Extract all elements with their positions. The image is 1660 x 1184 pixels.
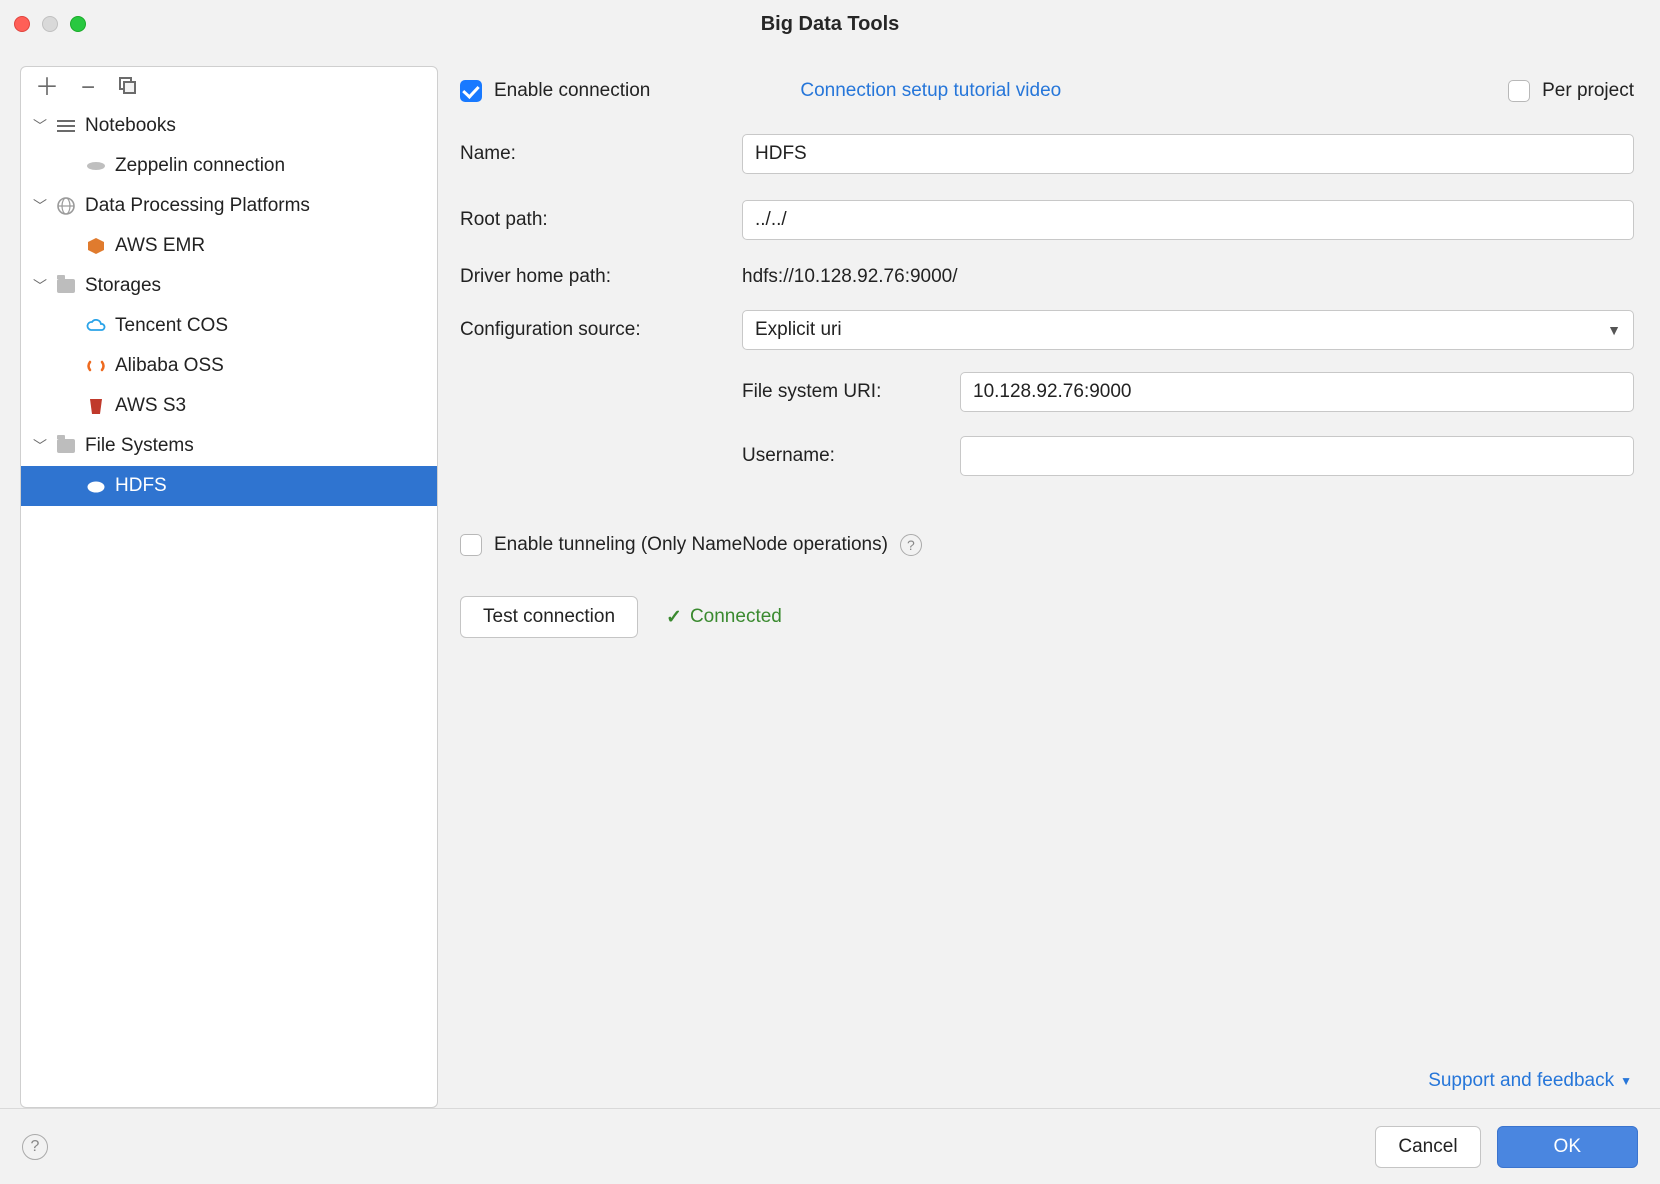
aws-emr-icon — [85, 235, 107, 257]
username-input[interactable] — [960, 436, 1634, 476]
chevron-down-icon: ﹀ — [33, 196, 47, 216]
driver-home-label: Driver home path: — [460, 266, 742, 288]
tree-group-notebooks[interactable]: ﹀ Notebooks — [21, 106, 437, 146]
aws-s3-icon — [85, 395, 107, 417]
root-path-label: Root path: — [460, 209, 742, 231]
driver-home-value: hdfs://10.128.92.76:9000/ — [742, 266, 1634, 288]
connections-sidebar: ＋ − ﹀ Notebooks Zeppelin connection — [20, 66, 438, 1108]
tree-item-zeppelin[interactable]: Zeppelin connection — [21, 146, 437, 186]
enable-tunneling-checkbox[interactable] — [460, 534, 482, 556]
tencent-cos-icon — [85, 315, 107, 337]
dialog-help-button[interactable]: ? — [22, 1134, 48, 1160]
enable-tunneling-label: Enable tunneling (Only NameNode operatio… — [494, 534, 888, 556]
alibaba-oss-icon — [85, 355, 107, 377]
enable-connection-checkbox[interactable] — [460, 80, 482, 102]
config-source-select[interactable]: Explicit uri ▼ — [742, 310, 1634, 350]
test-connection-button[interactable]: Test connection — [460, 596, 638, 638]
connection-status: ✓ Connected — [666, 606, 782, 629]
ok-button[interactable]: OK — [1497, 1126, 1638, 1168]
tree-item-label: AWS EMR — [115, 235, 205, 257]
tree-item-label: Zeppelin connection — [115, 155, 285, 177]
enable-connection-label: Enable connection — [494, 80, 650, 102]
tree-item-alibaba-oss[interactable]: Alibaba OSS — [21, 346, 437, 386]
fs-uri-input[interactable] — [960, 372, 1634, 412]
chevron-down-icon: ﹀ — [33, 116, 47, 136]
fs-uri-label: File system URI: — [742, 381, 960, 403]
connection-status-text: Connected — [690, 606, 782, 628]
tree-group-label: File Systems — [85, 435, 194, 457]
tree-group-filesystems[interactable]: ﹀ File Systems — [21, 426, 437, 466]
tree-group-storages[interactable]: ﹀ Storages — [21, 266, 437, 306]
tree-item-label: AWS S3 — [115, 395, 186, 417]
dialog-footer: ? Cancel OK — [0, 1108, 1660, 1184]
tree-item-label: Tencent COS — [115, 315, 228, 337]
tree-item-label: Alibaba OSS — [115, 355, 224, 377]
add-connection-button[interactable]: ＋ — [35, 76, 59, 100]
folder-storage-icon — [55, 275, 77, 297]
name-input[interactable] — [742, 134, 1634, 174]
window-zoom-button[interactable] — [70, 16, 86, 32]
check-icon: ✓ — [666, 606, 682, 629]
copy-connection-button[interactable] — [117, 75, 137, 100]
chevron-down-icon: ▼ — [1607, 322, 1621, 338]
per-project-checkbox[interactable] — [1508, 80, 1530, 102]
tree-group-label: Data Processing Platforms — [85, 195, 310, 217]
username-label: Username: — [742, 445, 960, 467]
list-icon — [55, 115, 77, 137]
zeppelin-icon — [85, 155, 107, 177]
root-path-input[interactable] — [742, 200, 1634, 240]
config-source-label: Configuration source: — [460, 319, 742, 341]
chevron-down-icon: ﹀ — [33, 436, 47, 456]
folder-icon — [55, 435, 77, 457]
globe-icon — [55, 195, 77, 217]
per-project-label: Per project — [1542, 80, 1634, 102]
support-feedback-link[interactable]: Support and feedback ▼ — [1428, 1070, 1632, 1092]
tree-group-label: Storages — [85, 275, 161, 297]
tree-item-tencent-cos[interactable]: Tencent COS — [21, 306, 437, 346]
tree-item-hdfs[interactable]: HDFS — [21, 466, 437, 506]
titlebar: Big Data Tools — [0, 0, 1660, 48]
chevron-down-icon: ﹀ — [33, 276, 47, 296]
window-close-button[interactable] — [14, 16, 30, 32]
help-icon[interactable]: ? — [900, 534, 922, 556]
hdfs-icon — [85, 475, 107, 497]
connection-settings-panel: Enable connection Connection setup tutor… — [460, 66, 1640, 1108]
window-minimize-button — [42, 16, 58, 32]
name-label: Name: — [460, 143, 742, 165]
tree-group-label: Notebooks — [85, 115, 176, 137]
connections-tree: ﹀ Notebooks Zeppelin connection ﹀ Data P… — [21, 106, 437, 1107]
tree-group-dpp[interactable]: ﹀ Data Processing Platforms — [21, 186, 437, 226]
tree-item-aws-s3[interactable]: AWS S3 — [21, 386, 437, 426]
window-title: Big Data Tools — [0, 13, 1660, 36]
cancel-button[interactable]: Cancel — [1375, 1126, 1480, 1168]
tree-item-aws-emr[interactable]: AWS EMR — [21, 226, 437, 266]
chevron-down-icon: ▼ — [1620, 1074, 1632, 1088]
tutorial-video-link[interactable]: Connection setup tutorial video — [800, 80, 1061, 102]
tree-item-label: HDFS — [115, 475, 167, 497]
remove-connection-button[interactable]: − — [81, 76, 95, 100]
config-source-value: Explicit uri — [755, 319, 842, 341]
